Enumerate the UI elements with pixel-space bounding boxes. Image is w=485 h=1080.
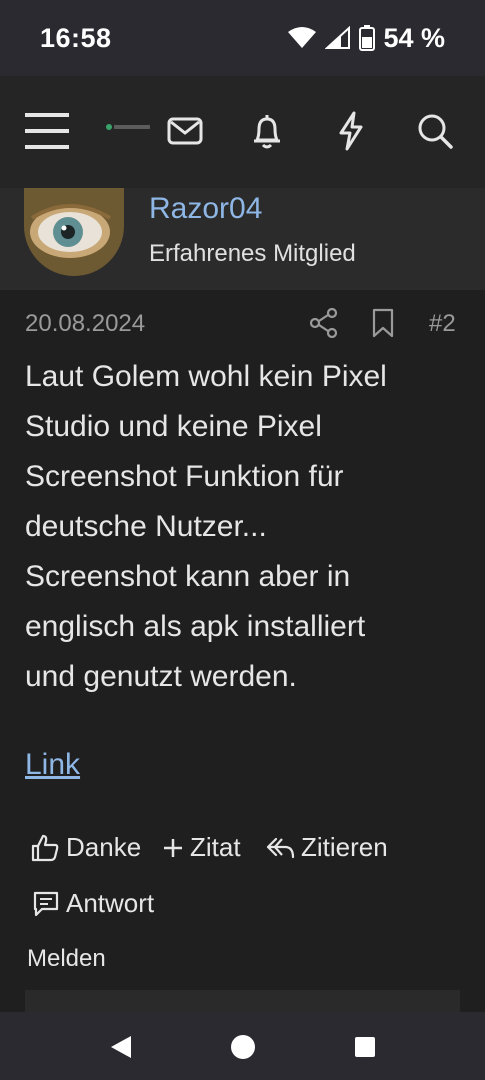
back-icon[interactable]: [106, 1032, 136, 1062]
post-line: Screenshot kann aber in: [25, 560, 351, 593]
status-bar: 16:58 54 %: [0, 0, 485, 76]
signal-icon: [325, 26, 351, 49]
post-line: Screenshot Funktion für: [25, 460, 344, 493]
menu-icon[interactable]: [25, 108, 71, 154]
post-body: Laut Golem wohl kein Pixel Studio und ke…: [25, 352, 465, 702]
site-logo[interactable]: [104, 120, 152, 132]
quote-plus-button[interactable]: Zitat: [162, 832, 241, 863]
plus-icon: [164, 838, 182, 857]
quote-button[interactable]: Zitieren: [265, 832, 388, 863]
post-date[interactable]: 20.08.2024: [25, 310, 145, 338]
post-line: englisch als apk installiert: [25, 610, 366, 643]
bolt-icon[interactable]: [328, 108, 374, 154]
like-button[interactable]: Danke: [30, 832, 141, 863]
reply-label: Antwort: [66, 888, 155, 918]
post-line: deutsche Nutzer...: [25, 510, 267, 543]
quote-plus-label: Zitat: [190, 832, 241, 862]
battery-percent: 54 %: [383, 22, 445, 53]
status-time: 16:58: [40, 22, 112, 53]
post-line: Studio und keine Pixel: [25, 410, 322, 443]
recents-icon[interactable]: [350, 1032, 380, 1062]
home-icon[interactable]: [228, 1032, 258, 1062]
post-line: und genutzt werden.: [25, 660, 297, 693]
search-icon[interactable]: [412, 108, 458, 154]
post-link[interactable]: Link: [25, 748, 80, 782]
post-line: Laut Golem wohl kein Pixel: [25, 360, 387, 393]
bookmark-icon[interactable]: [370, 308, 396, 338]
author-title: Erfahrenes Mitglied: [149, 240, 356, 267]
quote-label: Zitieren: [301, 832, 388, 862]
reply-icon: [266, 837, 295, 858]
author-name[interactable]: Razor04: [149, 192, 262, 226]
status-icons: 54 %: [287, 23, 445, 54]
wifi-icon: [288, 27, 317, 48]
report-link[interactable]: Melden: [27, 945, 106, 973]
comment-icon: [33, 891, 59, 916]
share-icon[interactable]: [309, 307, 338, 339]
thumbs-up-icon: [31, 834, 59, 861]
post-number[interactable]: #2: [429, 310, 456, 338]
bell-icon[interactable]: [244, 108, 290, 154]
like-label: Danke: [66, 832, 142, 862]
battery-icon: [359, 25, 376, 51]
mail-icon[interactable]: [162, 108, 208, 154]
reply-button[interactable]: Antwort: [32, 888, 154, 919]
